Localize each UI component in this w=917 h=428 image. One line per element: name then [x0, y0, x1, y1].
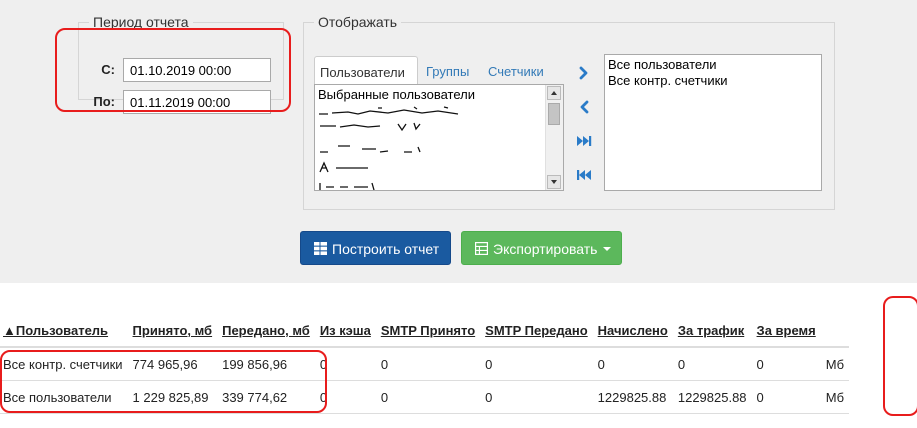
table-header-row: ▲Пользователь Принято, мб Передано, мб И…	[0, 314, 850, 348]
column-header-cache[interactable]: Из кэша	[314, 314, 376, 348]
table-cell: 0	[314, 346, 376, 381]
fast-forward-icon	[577, 136, 592, 146]
table-cell: Мб	[820, 380, 850, 414]
table-cell: Мб	[820, 346, 850, 381]
table-cell: Все контр. счетчики	[0, 346, 128, 381]
table-cell: 1229825.88	[672, 380, 752, 414]
spreadsheet-icon	[475, 242, 488, 255]
table-cell: Все пользователи	[0, 380, 128, 414]
column-header-smtp-received[interactable]: SMTP Принято	[375, 314, 481, 348]
build-report-label: Построить отчет	[332, 241, 440, 257]
table-cell: 774 965,96	[127, 346, 218, 381]
build-report-button[interactable]: Построить отчет	[300, 231, 451, 265]
column-header-received[interactable]: Принято, мб	[127, 314, 218, 348]
period-to-label: По:	[93, 94, 115, 109]
period-legend: Период отчета	[93, 14, 189, 30]
report-table: ▲Пользователь Принято, мб Передано, мб И…	[0, 314, 850, 414]
table-cell: 0	[672, 346, 752, 381]
table-cell: 1 229 825,89	[127, 380, 218, 414]
table-cell: 0	[375, 346, 481, 381]
display-legend: Отображать	[318, 14, 398, 30]
export-label: Экспортировать	[493, 241, 598, 257]
chevron-right-icon	[579, 66, 588, 80]
move-all-right-button[interactable]	[574, 131, 594, 151]
period-from-row: С:	[79, 58, 279, 82]
column-header-smtp-sent[interactable]: SMTP Передано	[480, 314, 593, 348]
obscured-text-graphic	[320, 145, 421, 153]
table-cell: 1229825.88	[592, 380, 673, 414]
scroll-up-icon[interactable]	[547, 86, 561, 100]
available-users-list[interactable]: Выбранные пользователи	[314, 84, 564, 191]
list-item[interactable]: Все пользователи	[608, 57, 717, 72]
obscured-text-graphic	[319, 182, 375, 190]
period-to-input[interactable]	[123, 90, 271, 114]
period-to-row: По:	[79, 90, 279, 114]
obscured-text-graphic	[319, 106, 459, 115]
period-from-input[interactable]	[123, 58, 271, 82]
move-all-left-button[interactable]	[574, 165, 594, 185]
selected-items-list[interactable]: Все пользователи Все контр. счетчики	[604, 54, 822, 191]
table-cell: 339 774,62	[217, 380, 315, 414]
table-cell: 0	[751, 346, 821, 381]
column-header-traffic[interactable]: За трафик	[672, 314, 752, 348]
move-right-button[interactable]	[574, 63, 594, 83]
table-icon	[314, 242, 327, 255]
table-cell: 0	[480, 346, 593, 381]
period-fieldset: Период отчета С: По:	[78, 14, 284, 114]
move-left-button[interactable]	[574, 97, 594, 117]
scroll-down-icon[interactable]	[547, 175, 561, 189]
table-row: Все пользователи 1 229 825,89 339 774,62…	[0, 380, 850, 414]
table-cell: 199 856,96	[217, 346, 315, 381]
table-cell: 0	[375, 380, 481, 414]
column-header-user[interactable]: ▲Пользователь	[0, 314, 128, 348]
export-button[interactable]: Экспортировать	[461, 231, 622, 265]
period-from-label: С:	[101, 62, 115, 77]
table-cell: 0	[751, 380, 821, 414]
obscured-text-graphic	[320, 122, 421, 132]
table-row: Все контр. счетчики 774 965,96 199 856,9…	[0, 346, 850, 381]
list-item[interactable]: Выбранные пользователи	[318, 87, 475, 102]
chevron-down-icon	[603, 247, 611, 251]
column-header-time[interactable]: За время	[751, 314, 821, 348]
column-header-charged[interactable]: Начислено	[592, 314, 673, 348]
table-cell: 0	[592, 346, 673, 381]
list-scrollbar[interactable]	[545, 85, 563, 190]
chevron-left-icon	[580, 100, 589, 114]
table-cell: 0	[480, 380, 593, 414]
list-item[interactable]: Все контр. счетчики	[608, 73, 728, 88]
obscured-text-graphic	[319, 161, 368, 173]
scroll-thumb[interactable]	[548, 103, 560, 125]
column-header-unit	[820, 314, 850, 348]
highlight-units-annotation	[883, 296, 917, 416]
fast-backward-icon	[577, 170, 591, 180]
table-cell: 0	[314, 380, 376, 414]
column-header-sent[interactable]: Передано, мб	[217, 314, 315, 348]
